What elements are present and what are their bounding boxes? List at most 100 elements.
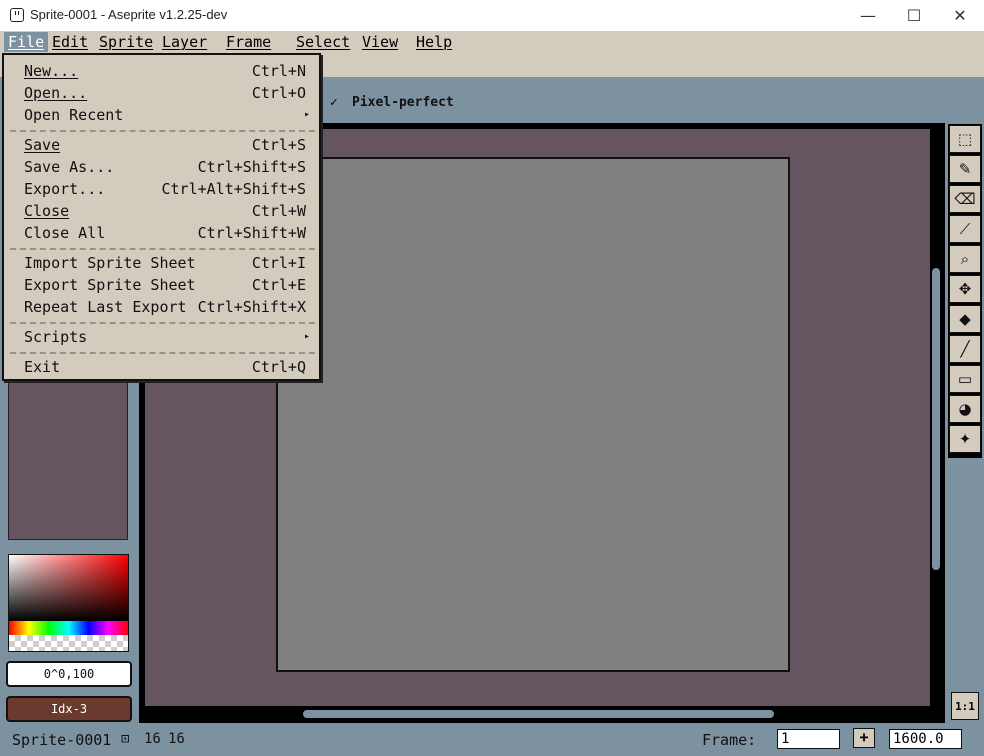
paint-bucket-tool[interactable]: ◆ — [949, 305, 981, 333]
menu-item-export-sprite-sheet[interactable]: Export Sprite Sheet Ctrl+E — [24, 274, 306, 296]
menu-item-shortcut: Ctrl+Shift+W — [197, 224, 306, 242]
contour-icon: ◕ — [958, 400, 972, 418]
color-picker[interactable] — [8, 554, 129, 652]
menu-item-label: Close — [24, 202, 70, 220]
eyedropper-icon: ⟋ — [959, 220, 971, 238]
menu-item-label: Open... — [24, 84, 88, 102]
zoom-1to1-button[interactable]: 1:1 — [951, 692, 979, 720]
eraser-icon: ⌫ — [954, 190, 976, 208]
menu-item-import-sprite-sheet[interactable]: Import Sprite Sheet Ctrl+I — [24, 252, 306, 274]
menu-item-label: Save As... — [24, 158, 115, 176]
rectangle-icon: ▭ — [957, 370, 973, 388]
menu-file[interactable]: File — [4, 32, 49, 52]
menu-item-save-as[interactable]: Save As... Ctrl+Shift+S — [24, 156, 306, 178]
window-title: Sprite-0001 - Aseprite v1.2.25-dev — [30, 7, 228, 22]
menu-item-repeat-last-export[interactable]: Repeat Last Export Ctrl+Shift+X — [24, 296, 306, 318]
sprite-canvas[interactable] — [276, 157, 790, 672]
maximize-icon: ☐ — [906, 6, 922, 25]
file-menu-dropdown: New... Ctrl+N Open... Ctrl+O Open Recent… — [2, 53, 321, 381]
menu-item-shortcut: Ctrl+O — [251, 84, 306, 102]
menu-item-shortcut: Ctrl+Shift+S — [197, 158, 306, 176]
pixel-perfect-checkbox[interactable]: ✓ — [330, 95, 338, 110]
menu-item-save[interactable]: Save Ctrl+S — [24, 134, 306, 156]
status-sprite-name: Sprite-0001 — [12, 731, 112, 749]
pencil-icon: ✎ — [958, 160, 972, 178]
maximize-button[interactable]: ☐ — [891, 0, 937, 31]
menu-edit[interactable]: Edit — [48, 32, 92, 52]
menu-separator — [10, 322, 315, 324]
menu-frame[interactable]: Frame — [222, 32, 275, 52]
close-icon: ✕ — [953, 6, 967, 25]
line-tool[interactable]: ╱ — [949, 335, 981, 363]
blur-icon: ✦ — [958, 430, 972, 448]
minimize-icon: — — [860, 6, 876, 25]
move-tool[interactable]: ✥ — [949, 275, 981, 303]
zoom-tool[interactable]: ⌕ — [949, 245, 981, 273]
minimize-button[interactable]: — — [845, 0, 891, 31]
menu-separator — [10, 248, 315, 250]
menu-view[interactable]: View — [358, 32, 402, 52]
menu-sprite[interactable]: Sprite — [95, 32, 157, 52]
menu-item-label: Repeat Last Export — [24, 298, 187, 316]
horizontal-scrollbar-thumb[interactable] — [303, 710, 774, 718]
menu-item-shortcut: Ctrl+Shift+X — [197, 298, 306, 316]
blur-tool[interactable]: ✦ — [949, 425, 981, 453]
vertical-scrollbar-thumb[interactable] — [932, 268, 940, 570]
submenu-arrow-icon: ▸ — [303, 109, 310, 120]
background-color-field[interactable]: Idx-3 — [6, 696, 132, 722]
menu-separator — [10, 352, 315, 354]
menu-item-exit[interactable]: Exit Ctrl+Q — [24, 356, 306, 378]
alpha-slider[interactable] — [9, 635, 128, 651]
saturation-value-area[interactable] — [9, 555, 128, 621]
eraser-tool[interactable]: ⌫ — [949, 185, 981, 213]
menu-item-shortcut: Ctrl+E — [251, 276, 306, 294]
line-icon: ╱ — [960, 340, 970, 358]
rectangle-tool[interactable]: ▭ — [949, 365, 981, 393]
menu-item-export[interactable]: Export... Ctrl+Alt+Shift+S — [24, 178, 306, 200]
menu-item-label: New... — [24, 62, 79, 80]
menu-item-shortcut: Ctrl+W — [251, 202, 306, 220]
submenu-arrow-icon: ▸ — [303, 331, 310, 342]
menu-layer[interactable]: Layer — [158, 32, 211, 52]
contour-tool[interactable]: ◕ — [949, 395, 981, 423]
menu-item-shortcut: Ctrl+Alt+Shift+S — [161, 180, 307, 198]
sprite-width: 16 — [144, 731, 161, 747]
eyedropper-tool[interactable]: ⟋ — [949, 215, 981, 243]
close-button[interactable]: ✕ — [937, 0, 983, 31]
menu-separator — [10, 130, 315, 132]
foreground-color-field[interactable]: 0^0,100 — [6, 661, 132, 687]
marquee-tool[interactable]: ⬚ — [949, 125, 981, 153]
sprite-height: 16 — [168, 731, 185, 747]
menu-item-label: Export Sprite Sheet — [24, 276, 196, 294]
paint-bucket-icon: ◆ — [959, 310, 971, 328]
menu-item-shortcut: Ctrl+I — [251, 254, 306, 272]
menu-item-open-recent[interactable]: Open Recent ▸ — [24, 104, 310, 126]
menu-item-shortcut: Ctrl+Q — [251, 358, 306, 376]
menu-item-open[interactable]: Open... Ctrl+O — [24, 82, 306, 104]
menu-item-label: Close All — [24, 224, 106, 242]
menu-select[interactable]: Select — [292, 32, 354, 52]
menu-item-label: Import Sprite Sheet — [24, 254, 196, 272]
menu-item-label: Open Recent — [24, 106, 124, 124]
menu-item-close[interactable]: Close Ctrl+W — [24, 200, 306, 222]
pixel-perfect-label: Pixel-perfect — [352, 95, 454, 110]
menu-help[interactable]: Help — [412, 32, 456, 52]
menu-item-scripts[interactable]: Scripts ▸ — [24, 326, 310, 348]
window-titlebar: Sprite-0001 - Aseprite v1.2.25-dev — ☐ ✕ — [0, 0, 984, 32]
move-icon: ✥ — [958, 280, 972, 298]
hue-slider[interactable] — [9, 621, 128, 635]
menu-item-label: Exit — [24, 358, 61, 376]
menubar: File Edit Sprite Layer Frame Select View… — [0, 31, 984, 53]
menu-item-new[interactable]: New... Ctrl+N — [24, 60, 306, 82]
menu-item-shortcut: Ctrl+N — [251, 62, 306, 80]
menu-item-label: Export... — [24, 180, 106, 198]
add-frame-button[interactable]: + — [853, 728, 875, 748]
pencil-tool[interactable]: ✎ — [949, 155, 981, 183]
zoom-input[interactable]: 1600.0 — [889, 729, 962, 749]
sprite-size-icon: ⊡ — [121, 731, 130, 747]
frame-label: Frame: — [702, 731, 757, 749]
marquee-icon: ⬚ — [957, 130, 973, 148]
frame-input[interactable]: 1 — [777, 729, 840, 749]
layers-preview-panel — [8, 382, 128, 540]
menu-item-close-all[interactable]: Close All Ctrl+Shift+W — [24, 222, 306, 244]
